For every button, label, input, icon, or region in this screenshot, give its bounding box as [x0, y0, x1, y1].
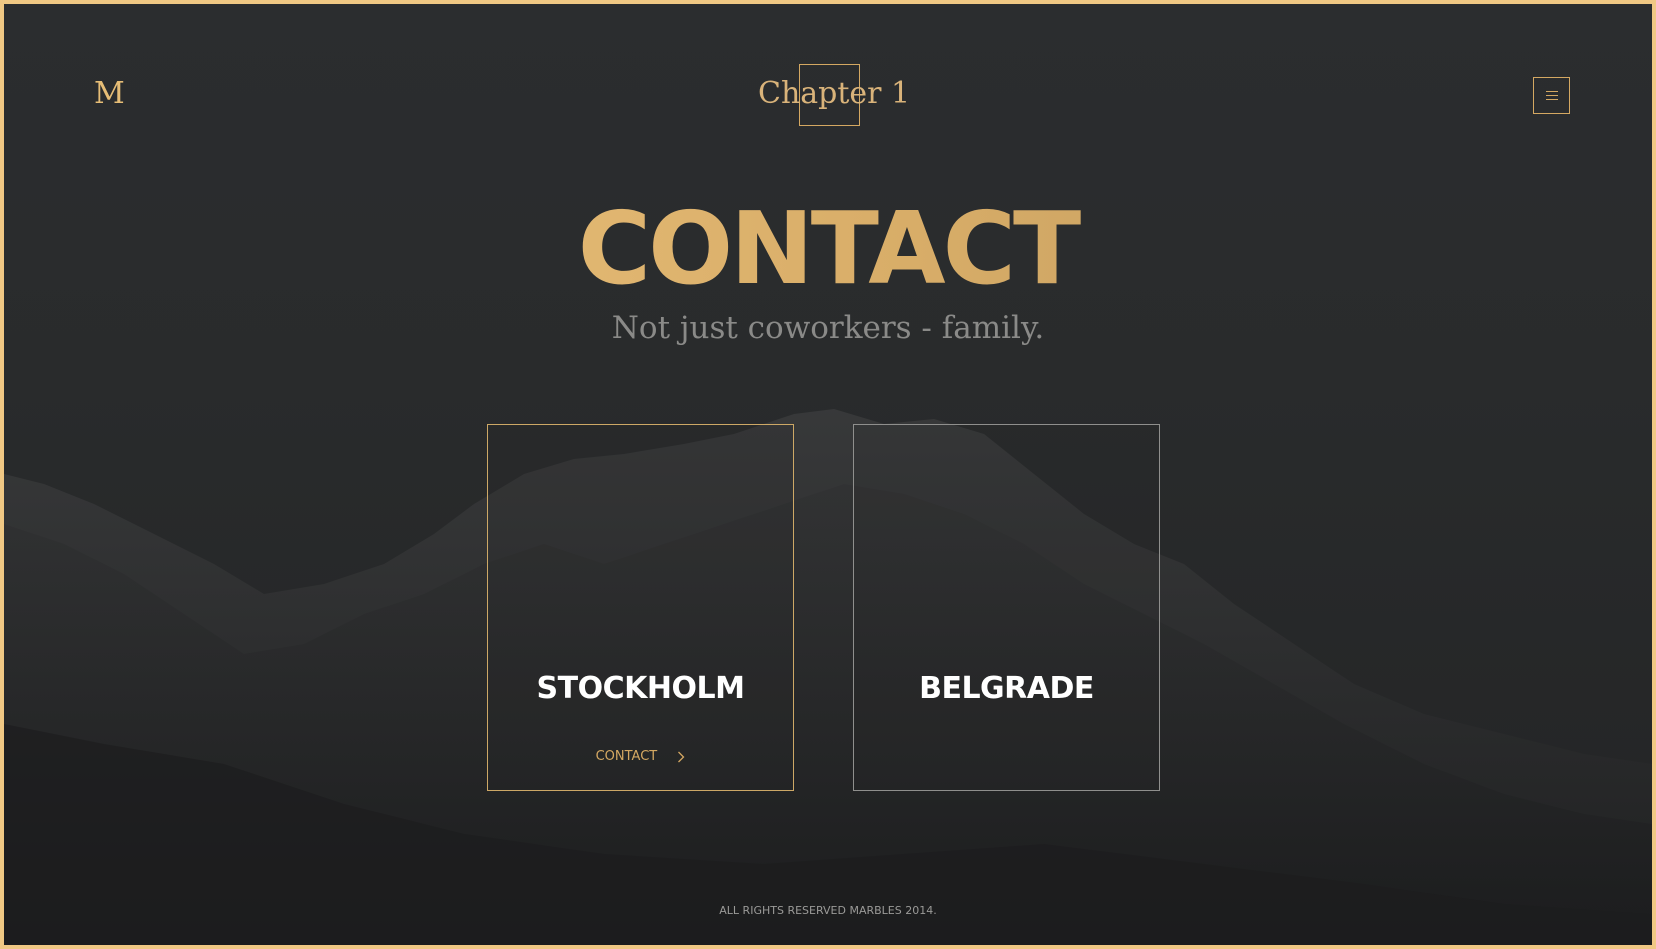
contact-link-label: CONTACT [595, 749, 658, 764]
menu-button[interactable] [1533, 77, 1570, 114]
chevron-right-icon [678, 751, 685, 762]
office-city-name: BELGRADE [919, 671, 1094, 706]
office-card-belgrade[interactable]: BELGRADE [853, 424, 1160, 791]
contact-link-stockholm[interactable]: CONTACT [488, 749, 793, 764]
site-logo[interactable]: M [94, 76, 125, 111]
hamburger-menu-icon [1546, 91, 1558, 92]
office-city-name: STOCKHOLM [536, 671, 745, 706]
footer-copyright: ALL RIGHTS RESERVED MARBLES 2014. [719, 904, 937, 917]
mountain-background-image [4, 409, 1652, 945]
chapter-title: Chapter 1 [758, 76, 911, 111]
page-frame: M Chapter 1 CONTACT Not just coworkers -… [4, 4, 1652, 945]
page-subtitle: Not just coworkers - family. [611, 310, 1045, 346]
page-title: CONTACT [4, 194, 1652, 304]
office-card-stockholm[interactable]: STOCKHOLM CONTACT [487, 424, 794, 791]
